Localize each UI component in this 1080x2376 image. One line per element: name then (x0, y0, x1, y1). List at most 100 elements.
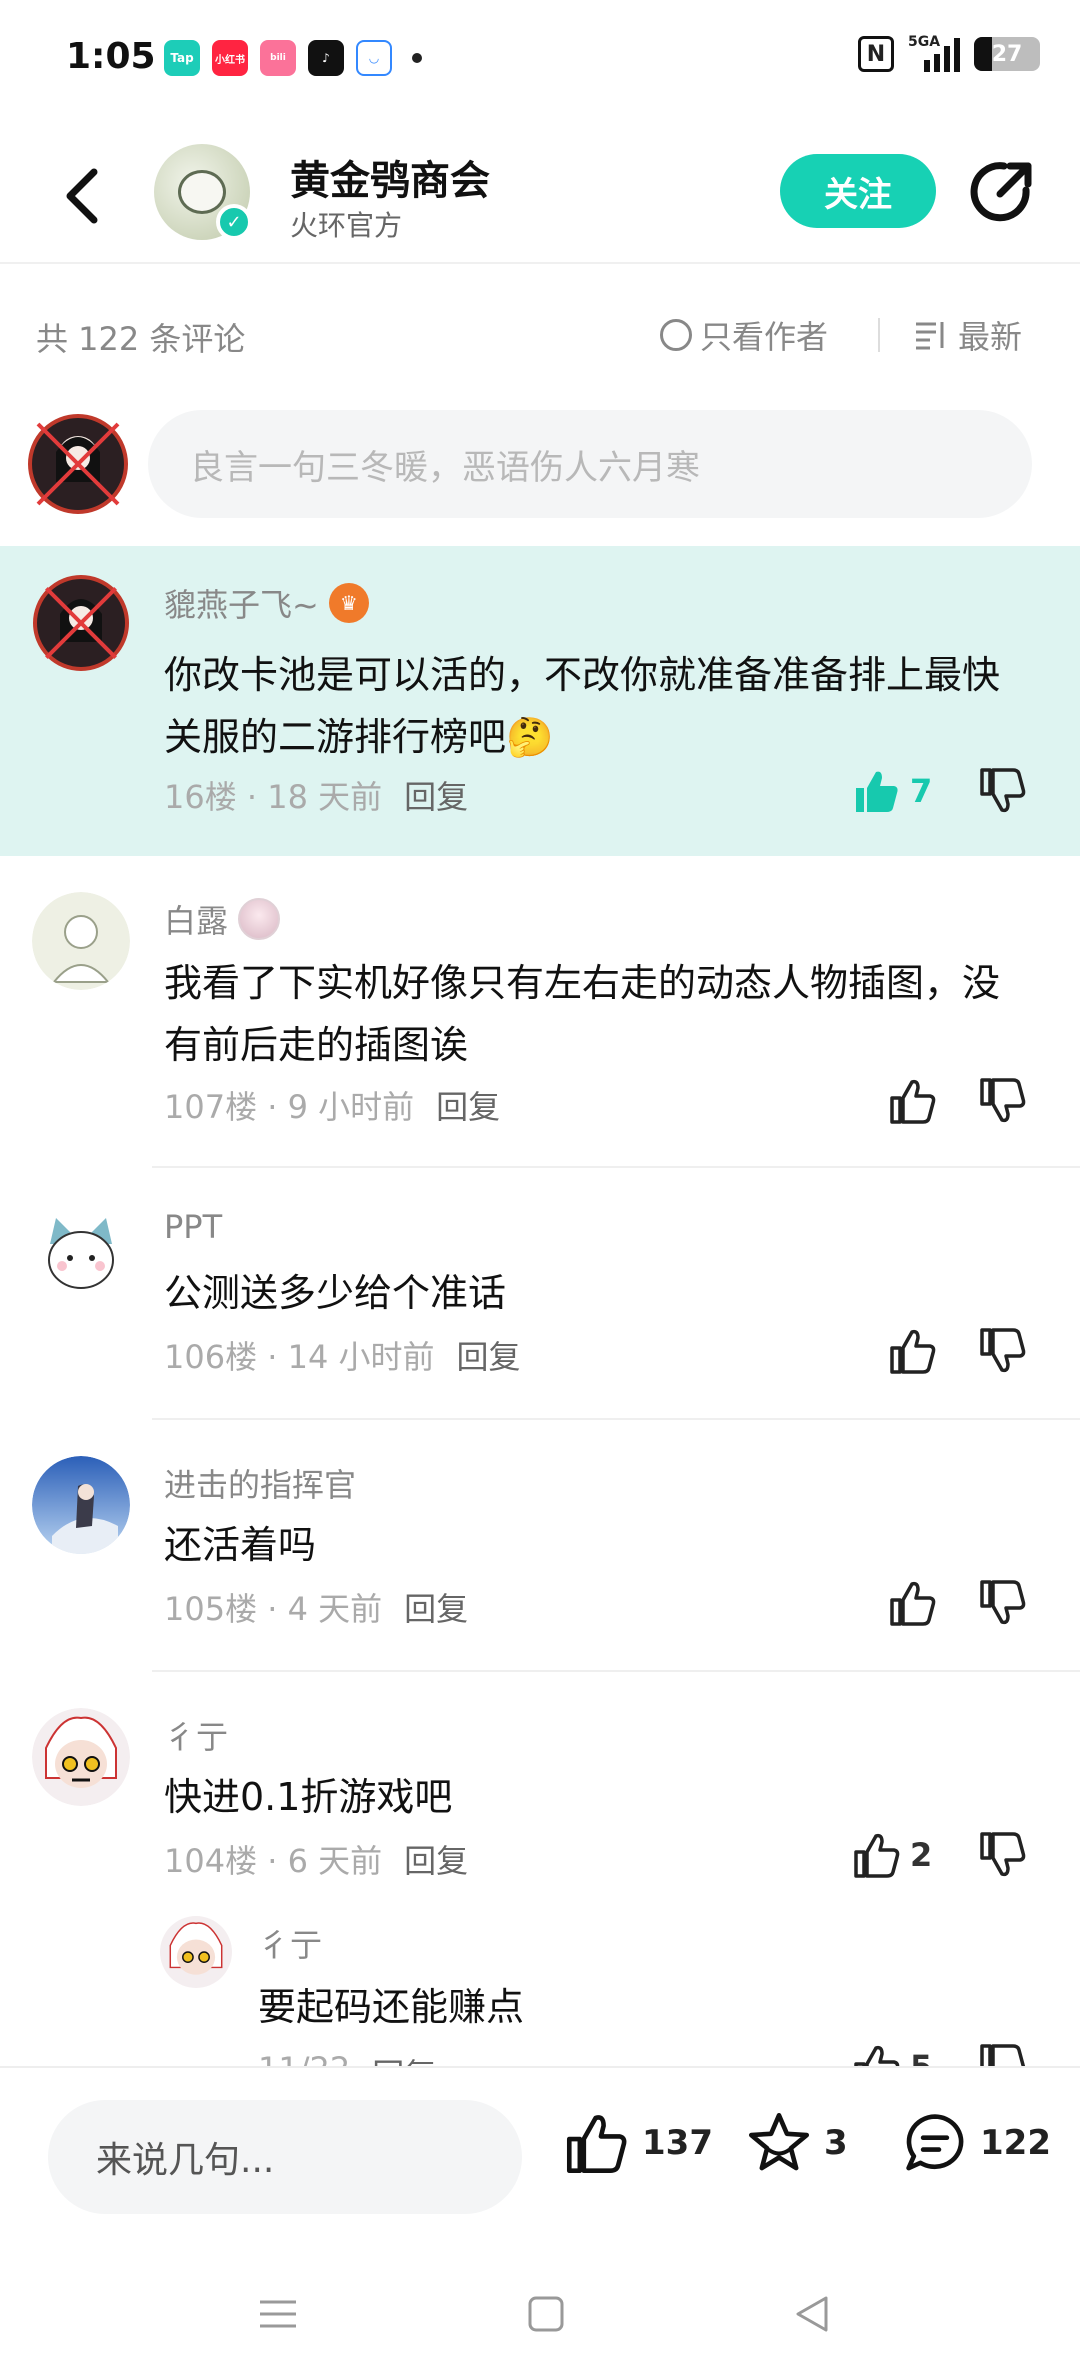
commenter-name-row: 白露 (164, 896, 281, 942)
only-author-toggle[interactable]: 只看作者 (660, 312, 828, 358)
level-badge-icon: ♛ (328, 583, 369, 623)
comment-meta: 106楼 · 14 小时前 回复 (164, 1332, 521, 1378)
like-count: 7 (910, 772, 933, 810)
reply-link[interactable]: 回复 (404, 772, 468, 818)
like-button[interactable] (888, 1326, 938, 1376)
like-button[interactable] (888, 1578, 938, 1628)
thumbs-down-icon[interactable] (978, 1830, 1028, 1880)
favorite-button[interactable]: 3 (746, 2110, 848, 2176)
comment-item: 彳亍 快进0.1折游戏吧 104楼 · 6 天前 回复 2 彳亍 要起码还能赚点… (0, 1672, 1080, 2066)
home-square-icon[interactable] (516, 2284, 576, 2344)
reply-avatar[interactable] (160, 1916, 232, 1988)
comment-floor-time: 104楼 · 6 天前 (164, 1842, 383, 1880)
author-name[interactable]: 黄金鸮商会 (290, 148, 490, 206)
sort-label: 最新 (958, 318, 1023, 356)
comment-text: 公测送多少给个准话 (164, 1271, 507, 1315)
comment-text: 快进0.1折游戏吧 (164, 1775, 453, 1819)
comment-text: 我看了下实机好像只有左右走的动态人物插图，没有前后走的插图诶 (164, 961, 1001, 1067)
xiaohongshu-app-icon: 小红书 (212, 40, 248, 76)
douyin-app-icon: ♪ (308, 40, 344, 76)
comment-count: 共 122 条评论 (36, 320, 246, 358)
like-button[interactable]: 5 (852, 2042, 932, 2066)
status-bar: 1:05 Tap 小红书 bili ♪ ◡ N 5GA 27 (0, 0, 1080, 120)
commenter-name[interactable]: 进击的指挥官 (164, 1460, 356, 1506)
thumbs-down-icon[interactable] (978, 1326, 1028, 1376)
share-icon[interactable] (966, 156, 1038, 228)
post-like-button[interactable]: 137 (564, 2110, 713, 2176)
reply-link[interactable]: 回复 (404, 1584, 468, 1630)
reply-link[interactable]: 回复 (457, 1332, 521, 1378)
comment-item: 进击的指挥官 还活着吗 105楼 · 4 天前 回复 (0, 1420, 1080, 1672)
comment-meta: 104楼 · 6 天前 回复 (164, 1836, 468, 1882)
commenter-name[interactable]: PPT (164, 1208, 222, 1246)
thumbs-up-icon (856, 771, 898, 812)
comment-bubble-icon (906, 2114, 964, 2171)
thumbs-down-icon[interactable] (978, 1578, 1028, 1628)
thumbs-up-icon (890, 1079, 936, 1124)
commenter-avatar[interactable] (32, 1456, 130, 1554)
back-triangle-icon[interactable] (782, 2284, 842, 2344)
thumbs-up-icon (890, 1581, 936, 1626)
top-header: ✓ 黄金鸮商会 火环官方 关注 (0, 130, 1080, 264)
commenter-avatar[interactable] (32, 1204, 130, 1302)
comment-floor-time: 16楼 · 18 天前 (164, 778, 383, 816)
like-button[interactable] (888, 1076, 938, 1126)
commenter-name-row: 进击的指挥官 (164, 1460, 356, 1506)
thumbs-up-icon (854, 1833, 900, 1878)
reply-link[interactable]: 回复 (372, 2050, 436, 2066)
star-icon (748, 2112, 810, 2171)
commenter-name[interactable]: 白露 (164, 896, 228, 942)
reply-date: 11/22 (258, 2050, 350, 2066)
commenter-avatar[interactable] (32, 574, 130, 672)
commenter-avatar[interactable] (32, 892, 130, 990)
thumbs-down-icon[interactable] (978, 1076, 1028, 1126)
like-button[interactable]: 7 (852, 766, 932, 816)
follow-button[interactable]: 关注 (780, 154, 936, 228)
network-type: 5GA (908, 34, 941, 50)
commenter-name[interactable]: 貔燕子飞~ (164, 580, 319, 626)
thumbs-up-icon (890, 1329, 936, 1374)
chevron-left-icon[interactable] (52, 158, 112, 234)
menu-lines-icon[interactable] (248, 2284, 308, 2344)
bilibili-app-icon: bili (260, 40, 296, 76)
commenter-avatar[interactable] (32, 1708, 130, 1806)
thumbs-up-icon (854, 2045, 900, 2066)
sort-toggle[interactable]: 最新 (914, 312, 1022, 358)
comments-button[interactable]: 122 (902, 2110, 1051, 2176)
commenter-name-row: PPT (164, 1208, 222, 1246)
like-count: 5 (910, 2048, 932, 2066)
tap-app-icon: Tap (164, 40, 200, 76)
comment-input[interactable]: 良言一句三冬暖，恶语伤人六月寒 (148, 410, 1032, 518)
reply-meta: 11/22 回复 (258, 2050, 436, 2066)
reply-link[interactable]: 回复 (404, 1836, 468, 1882)
like-button[interactable]: 2 (852, 1830, 932, 1880)
comment-text: 还活着吗 (164, 1523, 317, 1567)
bottom-comment-input[interactable]: 来说几句... (48, 2100, 522, 2214)
reply-link[interactable]: 回复 (436, 1082, 500, 1128)
only-author-label: 只看作者 (700, 318, 829, 356)
post-like-count: 137 (642, 2123, 713, 2163)
commenter-name-row: 貔燕子飞~ ♛ (164, 580, 369, 626)
thumbs-down-icon[interactable] (978, 2042, 1028, 2066)
sort-lines-icon (916, 322, 944, 350)
like-count: 2 (910, 1836, 933, 1874)
system-icons: N 5GA 27 (858, 34, 1040, 72)
comment-floor-time: 105楼 · 4 天前 (164, 1590, 383, 1628)
reply-user[interactable]: 彳亍 (258, 1920, 322, 1966)
commenter-name[interactable]: 彳亍 (164, 1712, 228, 1758)
notification-app-icons: Tap 小红书 bili ♪ ◡ (164, 40, 422, 76)
battery-icon: 27 (974, 37, 1040, 71)
comment-meta: 107楼 · 9 小时前 回复 (164, 1082, 500, 1128)
comment-meta: 105楼 · 4 天前 回复 (164, 1584, 468, 1630)
comment-floor-time: 106楼 · 14 小时前 (164, 1338, 435, 1376)
comment-filter-bar: 共 122 条评论 只看作者 最新 (0, 300, 1080, 370)
thumbs-up-icon (566, 2115, 627, 2174)
battery-level: 27 (991, 41, 1023, 67)
filter-separator (878, 318, 880, 352)
status-time: 1:05 (66, 36, 156, 77)
comment-item: PPT 公测送多少给个准话 106楼 · 14 小时前 回复 (0, 1168, 1080, 1420)
comment-item: 貔燕子飞~ ♛ 你改卡池是可以活的，不改你就准备准备排上最快关服的二游排行榜吧🤔… (0, 546, 1080, 856)
system-nav-bar (0, 2254, 1080, 2376)
thumbs-down-icon[interactable] (978, 766, 1028, 816)
my-avatar[interactable] (26, 412, 130, 516)
